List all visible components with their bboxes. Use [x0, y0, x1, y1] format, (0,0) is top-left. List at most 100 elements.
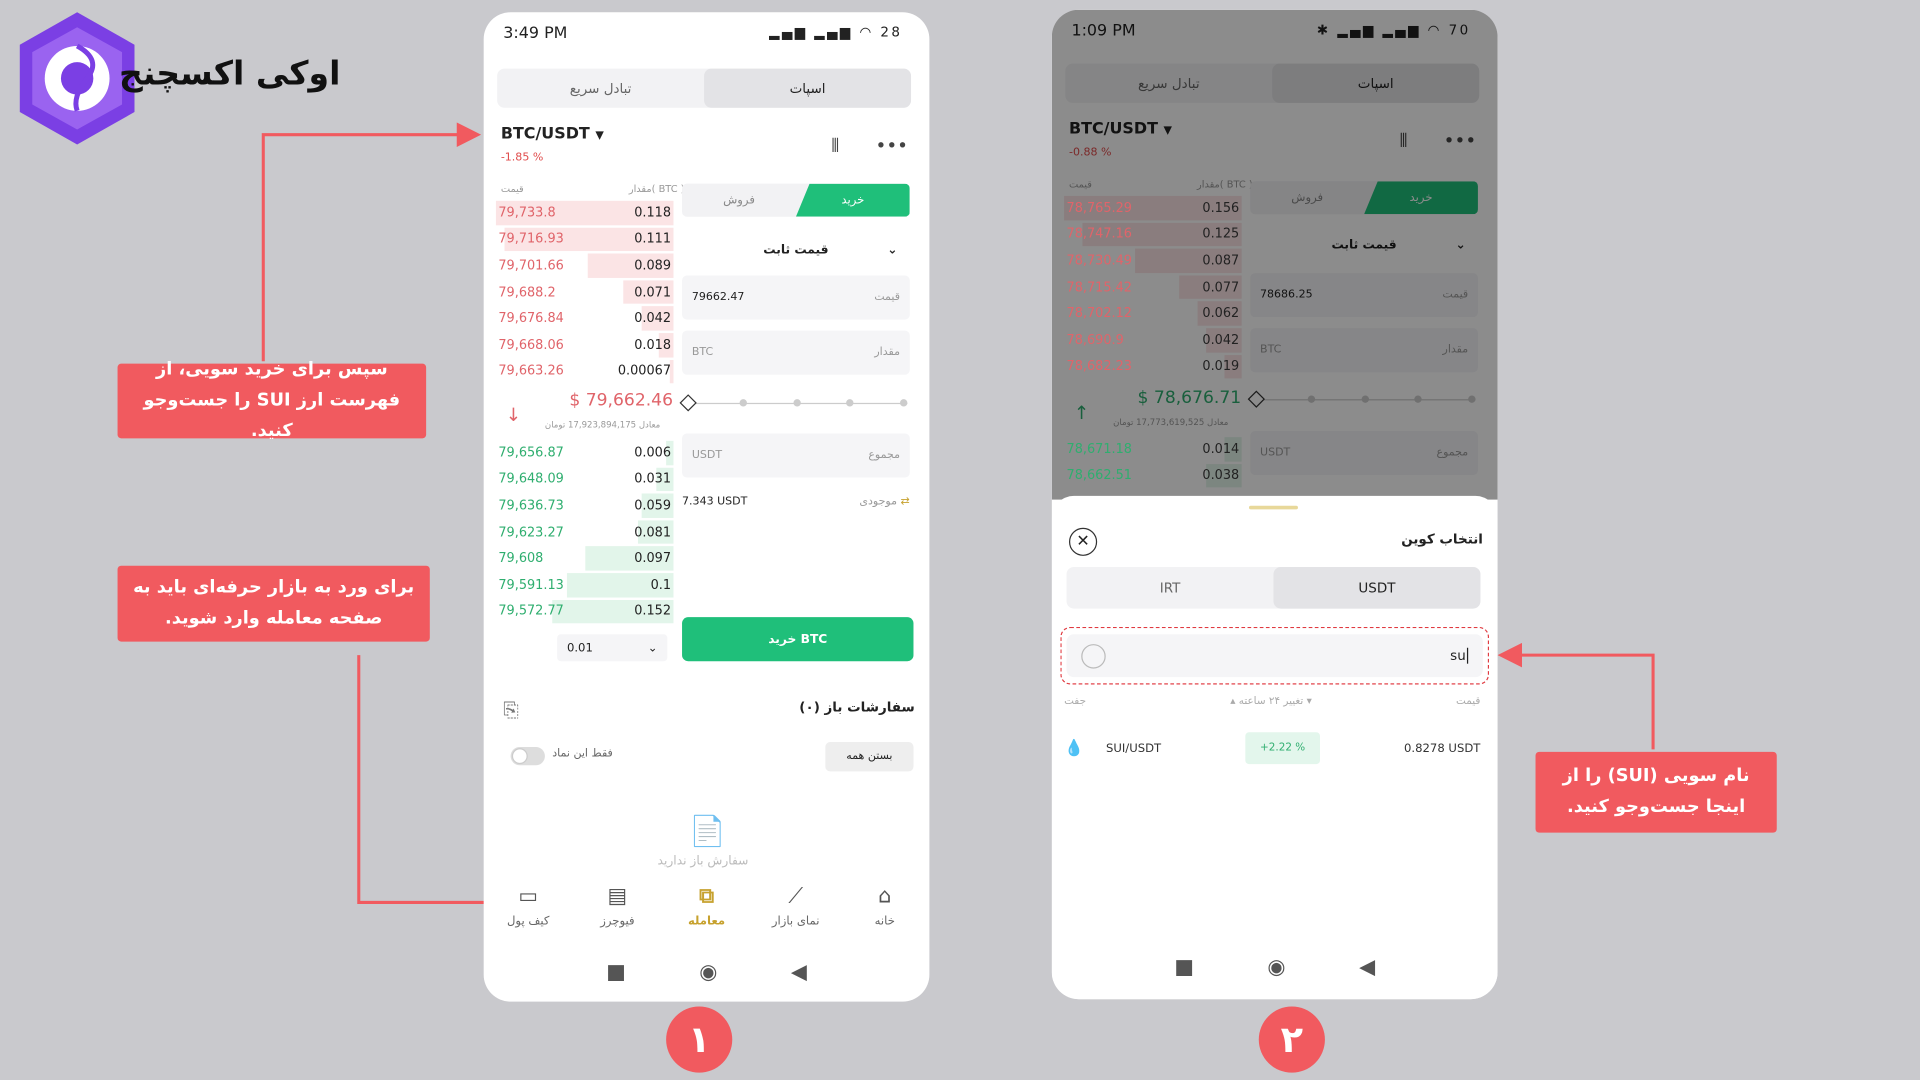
callout-search-here: نام سویی (SUI) را از اینجا جست‌وجو کنید. [1535, 751, 1777, 833]
row-price: 79,623.27 [498, 524, 564, 540]
row-amount: 0.111 [634, 231, 672, 247]
row-amount: 0.081 [634, 524, 672, 540]
book-row[interactable]: 79,676.84 0.042 [496, 305, 674, 331]
row-price: 79,716.93 [498, 231, 564, 247]
row-price: 79,668.06 [498, 337, 564, 353]
chevron-down-icon: ⌄ [647, 641, 658, 655]
pair-change: -1.85 % [500, 151, 544, 165]
row-amount: 0.042 [1202, 332, 1240, 348]
row-amount: 0.152 [634, 604, 672, 619]
empty-message: سفارش باز ندارید [657, 854, 749, 869]
nav-label: معامله [687, 914, 726, 929]
book-row[interactable]: 79,733.8 0.118 [495, 200, 674, 226]
change-badge: +2.22 % [1245, 732, 1320, 765]
pair-selector[interactable]: BTC/USDT ▼ [501, 125, 604, 143]
total-field[interactable]: USDT مجموع [682, 433, 910, 478]
row-price: 78,730.49 [1066, 253, 1132, 269]
nav-item[interactable]: ⟋ نمای بازار [759, 884, 832, 928]
row-amount: 0.087 [1202, 253, 1240, 269]
buy-sell-tabs: فروش خرید [682, 183, 910, 217]
phone-screen-2: 1:09 PM ✱ ▂▄▆ ▂▄▆ ◠ 70 تبادل سریع اسپات … [1051, 9, 1498, 1000]
book-row[interactable]: 79,623.27 0.081 [496, 519, 674, 545]
coin-result-row[interactable]: 💧 SUI/USDT +2.22 % 0.8278 USDT [1064, 729, 1480, 768]
nav-item[interactable]: ▤ فیوچرز [581, 884, 654, 928]
coin-picker-sheet: ✕ انتخاب کوین IRT USDT su جفت ▴ تغییر ۲۴… [1051, 495, 1498, 1000]
row-price: 79,656.87 [498, 445, 564, 461]
quote-tabs: IRT USDT [1066, 566, 1481, 609]
nav-item[interactable]: ▭ کیف پول [492, 884, 565, 928]
row-price: 78,715.42 [1066, 279, 1132, 295]
nav-item[interactable]: ⌂ خانه [848, 884, 921, 928]
close-icon[interactable]: ✕ [1068, 527, 1098, 556]
phone-screen-1: 3:49 PM ▂▄▆ ▂▄▆ ◠ 28 تبادل سریع اسپات BT… [483, 12, 930, 1002]
recents-icon[interactable]: ■ [1174, 955, 1194, 979]
book-row[interactable]: 79,668.06 0.018 [496, 332, 674, 358]
buy-btc-button[interactable]: خرید BTC [682, 617, 914, 662]
book-row[interactable]: 79,591.13 0.1 [496, 572, 674, 598]
chart-icon: ⟋ [788, 884, 803, 909]
tab-irt[interactable]: IRT [1067, 567, 1274, 609]
nav-label: خانه [874, 914, 895, 929]
status-time: 3:49 PM [503, 24, 568, 43]
candlestick-icon[interactable]: ⫴ [831, 135, 839, 157]
book-row[interactable]: 79,701.66 0.089 [496, 252, 674, 278]
mid-price: $ 79,662.46 [569, 390, 673, 411]
sheet-handle[interactable] [1248, 505, 1298, 510]
tab-usdt[interactable]: USDT [1273, 566, 1481, 609]
close-all-button[interactable]: بستن همه [825, 742, 914, 772]
book-row[interactable]: 79,688.2 0.071 [496, 279, 674, 305]
book-row[interactable]: 79,663.26 0.00067 [496, 358, 674, 384]
row-amount: 0.019 [1202, 359, 1240, 374]
home-circle-icon[interactable]: ◉ [699, 960, 717, 984]
book-row[interactable]: 79,656.87 0.006 [496, 440, 674, 466]
bids-list: 79,656.87 0.006 79,648.09 0.031 79,636.73 0.0… [496, 440, 674, 625]
book-row[interactable]: 79,716.93 0.111 [496, 226, 674, 252]
row-price: 79,688.2 [498, 284, 556, 300]
row-price: 79,733.8 [498, 205, 556, 221]
tab-buy[interactable]: خرید [795, 183, 910, 217]
search-input[interactable]: su [1066, 634, 1483, 678]
recents-icon[interactable]: ■ [606, 960, 626, 984]
nav-label: کیف پول [506, 914, 550, 929]
chevron-down-icon: ⌄ [887, 243, 898, 257]
back-icon[interactable]: ◀ [1359, 955, 1375, 979]
tab-sell[interactable]: فروش [682, 184, 796, 217]
back-icon[interactable]: ◀ [791, 960, 807, 984]
sheet-title: انتخاب کوین [1401, 531, 1483, 548]
only-symbol-toggle[interactable] [510, 746, 545, 766]
more-icon[interactable]: ••• [876, 135, 909, 157]
row-price: 79,572.77 [498, 604, 564, 619]
history-icon[interactable]: ⎘ [503, 698, 519, 722]
callout-enter-trade: برای ورد به بازار حرفه‌ای باید به صفحه م… [117, 565, 430, 642]
mode-tabs: تبادل سریع اسپات [497, 68, 912, 108]
amount-field[interactable]: BTC مقدار [682, 330, 910, 375]
row-amount: 0.062 [1202, 306, 1240, 322]
order-type-select[interactable]: قیمت ثابت ⌄ [682, 227, 910, 272]
home-circle-icon[interactable]: ◉ [1267, 955, 1285, 979]
tab-spot[interactable]: اسپات [704, 68, 912, 108]
row-price: 79,676.84 [498, 311, 564, 326]
price-field[interactable]: 79662.47 قیمت [682, 275, 910, 320]
row-price: 79,591.13 [498, 577, 564, 593]
sort-change[interactable]: ▴ تغییر ۲۴ ساعته ▾ [1230, 696, 1312, 708]
book-row[interactable]: 79,608 0.097 [496, 545, 674, 571]
annotation-arrows [261, 122, 1655, 915]
balance-row: 7.343 USDT موجودی ⇄ [682, 495, 910, 509]
swap-icon: ⇄ [900, 495, 910, 509]
row-amount: 0.018 [634, 337, 672, 353]
tab-quick-swap[interactable]: تبادل سریع [497, 69, 704, 108]
depth-select[interactable]: 0.01 ⌄ [557, 634, 668, 662]
row-amount: 0.077 [1202, 279, 1240, 295]
row-price: 78,690.9 [1066, 332, 1124, 348]
row-amount: 0.031 [634, 471, 672, 487]
row-amount: 0.1 [650, 577, 672, 593]
book-row[interactable]: 79,648.09 0.031 [496, 466, 674, 492]
amount-slider[interactable] [679, 394, 908, 412]
book-row[interactable]: 79,572.77 0.152 [496, 598, 674, 624]
nav-label: نمای بازار [771, 914, 820, 929]
row-price: 79,663.26 [498, 364, 564, 379]
row-amount: 0.156 [1202, 200, 1240, 216]
nav-item[interactable]: ⧉ معامله [670, 884, 743, 928]
caret-down-icon: ▼ [595, 129, 604, 143]
book-row[interactable]: 79,636.73 0.059 [496, 492, 674, 518]
